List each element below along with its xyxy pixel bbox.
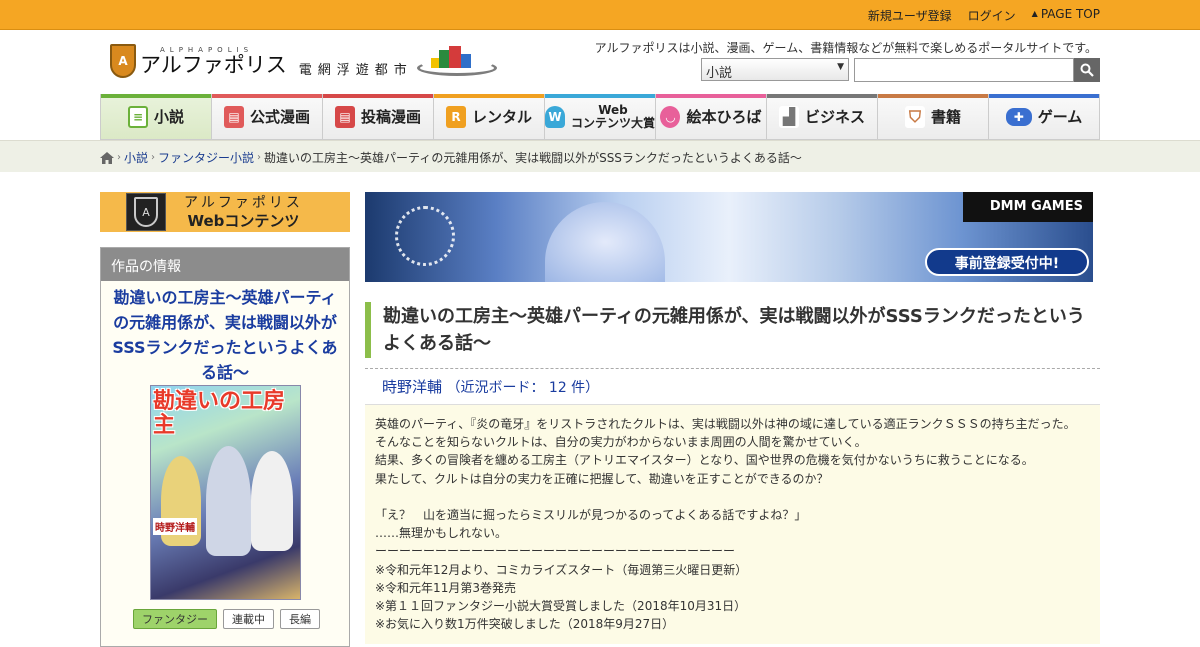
cover-title: 勘違いの工房主 (153, 389, 286, 438)
breadcrumb-separator: › (151, 152, 156, 163)
work-info-box: 作品の情報 勘違いの工房主～英雄パーティの元雑用係が、実は戦闘以外がSSSランク… (100, 247, 350, 647)
novel-icon: ≡ (127, 105, 148, 128)
site-header: A ALPHAPOLIS アルファポリス 電網浮遊都市 アルファポリスは小説、漫… (0, 30, 1200, 94)
tab-label: ビジネス (804, 108, 865, 126)
tab-business[interactable]: ▟ ビジネス (766, 94, 877, 140)
tab-picture-book[interactable]: ◡ 絵本ひろば (655, 94, 766, 140)
work-info-header: 作品の情報 (101, 248, 349, 281)
work-title: 勘違いの工房主～英雄パーティの元雑用係が、実は戦闘以外がSSSランクだったという… (365, 302, 1100, 358)
cover-author: 時野洋輔 (153, 518, 197, 535)
book-cover-image[interactable]: 勘違いの工房主 時野洋輔 (150, 385, 301, 600)
breadcrumb-current: 勘違いの工房主～英雄パーティの元雑用係が、実は戦闘以外がSSSランクだったという… (264, 151, 802, 165)
work-tags: ファンタジー 連載中 長編 (133, 609, 320, 629)
tab-label-line2: コンテンツ大賞 (571, 115, 656, 130)
tab-posted-manga[interactable]: ▤ 投稿漫画 (322, 94, 433, 140)
author-line: 時野洋輔 （近況ボード： 12 件） (382, 376, 599, 397)
chevron-down-icon: ▼ (837, 62, 844, 72)
breadcrumb-fantasy[interactable]: ファンタジー小説 (158, 149, 254, 166)
tab-label: 公式漫画 (249, 108, 310, 126)
tab-rental[interactable]: R レンタル (433, 94, 544, 140)
author-name[interactable]: 時野洋輔 (382, 378, 442, 396)
magnifier-icon (1080, 63, 1094, 77)
work-title-link[interactable]: 勘違いの工房主～英雄パーティの元雑用係が、実は戦闘以外がSSSランクだったという… (101, 281, 349, 385)
trophy-icon: W (545, 105, 565, 128)
picturebook-icon: ◡ (660, 105, 681, 128)
search-bar: 小説 ▼ (701, 58, 1100, 82)
home-icon[interactable] (100, 151, 114, 164)
snowflake-icon (395, 206, 455, 266)
logo-japanese: アルファポリス (140, 53, 287, 77)
search-category-select[interactable]: 小説 ▼ (701, 58, 849, 81)
breadcrumb: › 小説 › ファンタジー小説 › 勘違いの工房主～英雄パーティの元雑用係が、実… (100, 149, 802, 166)
tab-label: 小説 (153, 108, 184, 126)
gamepad-icon: ✚ (1005, 107, 1032, 126)
tab-game[interactable]: ✚ ゲーム (988, 94, 1100, 140)
post-manga-icon: ▤ (334, 105, 355, 128)
breadcrumb-separator: › (257, 152, 262, 163)
board-count[interactable]: （近況ボード： 12 件） (446, 380, 599, 396)
web-contents-line2: Webコンテンツ (187, 212, 300, 230)
city-logo-icon (416, 44, 497, 78)
tag-genre[interactable]: ファンタジー (133, 609, 217, 629)
tab-label: 書籍 (930, 108, 961, 126)
tab-label: ゲーム (1037, 108, 1083, 126)
tag-status: 連載中 (223, 609, 274, 629)
site-tagline: アルファポリスは小説、漫画、ゲーム、書籍情報などが無料で楽しめるポータルサイトで… (594, 41, 1097, 55)
alphapolis-emblem-icon: A (110, 44, 136, 78)
tab-novel[interactable]: ≡ 小説 (100, 94, 211, 140)
manga-icon: ▤ (223, 105, 244, 128)
work-description: 英雄のパーティ、『炎の竜牙』をリストラされたクルトは、実は戦闘以外は神の域に達し… (365, 404, 1100, 644)
page-top-link[interactable]: PAGE TOP (1032, 7, 1100, 24)
business-icon: ▟ (778, 105, 799, 128)
ad-banner[interactable]: DMM GAMES 事前登録受付中! (365, 192, 1093, 282)
register-link[interactable]: 新規ユーザ登録 (868, 7, 952, 24)
tag-length: 長編 (280, 609, 320, 629)
logo-subtitle: 電網浮遊都市 (298, 62, 413, 78)
top-bar: 新規ユーザ登録 ログイン PAGE TOP (0, 0, 1200, 30)
search-button[interactable] (1074, 58, 1100, 82)
banner-brand: DMM GAMES (963, 192, 1093, 222)
tab-web-contents-award[interactable]: W Web コンテンツ大賞 (544, 94, 655, 140)
web-contents-line1: アルファポリス (184, 195, 303, 211)
main-nav: ≡ 小説 ▤ 公式漫画 ▤ 投稿漫画 R レンタル W Web コンテンツ大賞 … (100, 94, 1100, 140)
tab-label: Web コンテンツ大賞 (571, 102, 656, 130)
tab-label: 絵本ひろば (686, 108, 762, 126)
tab-official-manga[interactable]: ▤ 公式漫画 (211, 94, 322, 140)
alphapolis-emblem-icon: A (126, 193, 166, 231)
site-logo[interactable]: A ALPHAPOLIS アルファポリス 電網浮遊都市 (110, 44, 497, 78)
banner-cta: 事前登録受付中! (925, 248, 1089, 276)
web-contents-banner[interactable]: A アルファポリス Webコンテンツ (100, 192, 350, 232)
search-category-value: 小説 (706, 66, 733, 81)
search-input[interactable] (854, 58, 1074, 82)
title-divider (365, 368, 1100, 369)
rental-icon: R (445, 105, 466, 128)
banner-artwork (545, 202, 665, 282)
breadcrumb-bar: › 小説 › ファンタジー小説 › 勘違いの工房主～英雄パーティの元雑用係が、実… (0, 140, 1200, 172)
tab-label-line1: Web (598, 102, 628, 117)
breadcrumb-separator: › (117, 152, 121, 163)
tab-books[interactable]: ⛉ 書籍 (877, 94, 988, 140)
tab-label: レンタル (471, 108, 532, 126)
tab-label: 投稿漫画 (360, 108, 421, 126)
login-link[interactable]: ログイン (968, 7, 1016, 24)
book-icon: ⛉ (904, 105, 925, 128)
top-links: 新規ユーザ登録 ログイン PAGE TOP (868, 7, 1100, 24)
breadcrumb-novel[interactable]: 小説 (124, 149, 148, 166)
